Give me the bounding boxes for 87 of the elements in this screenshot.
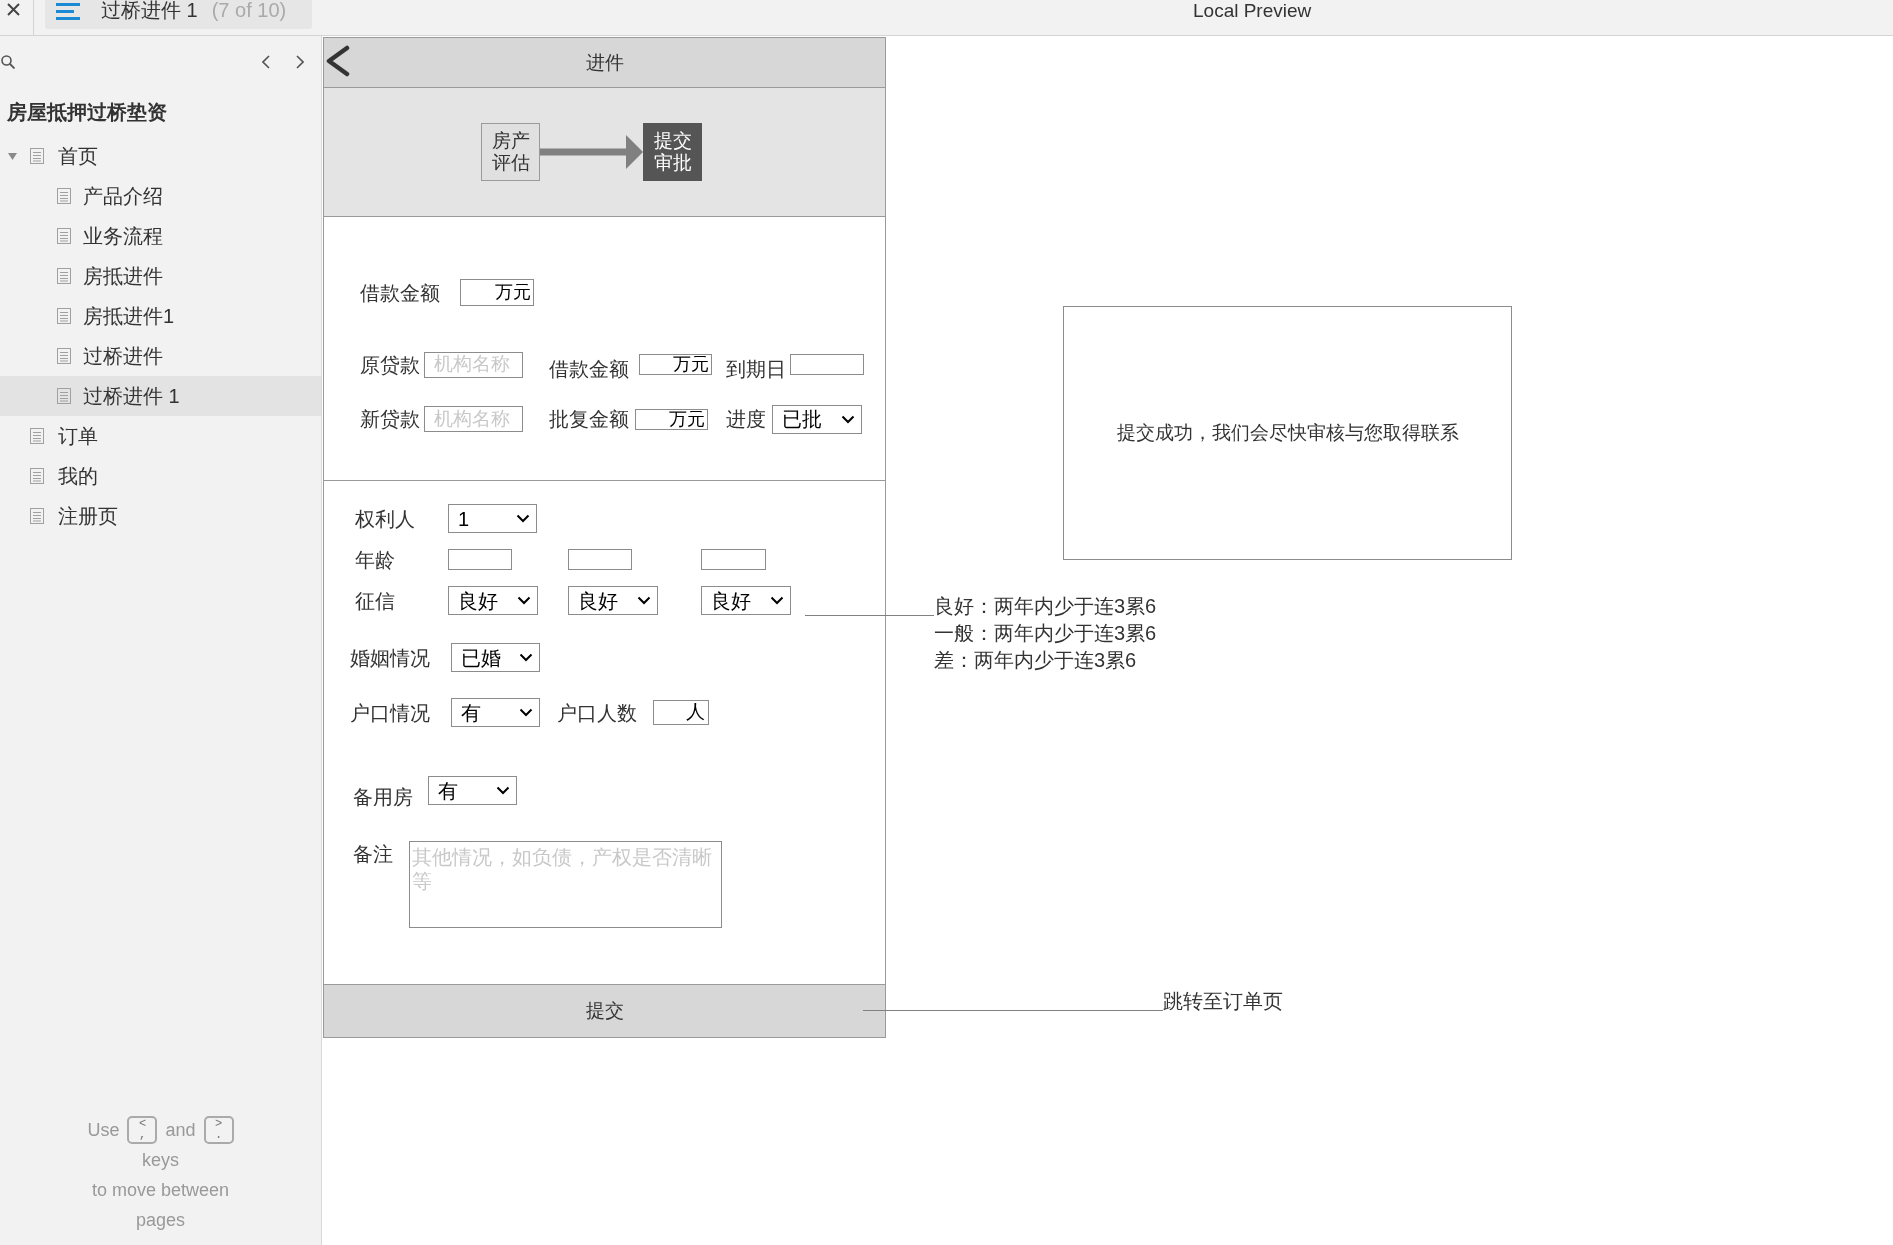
field-label: 到期日 <box>726 356 786 381</box>
hint-text: Use <box>87 1119 120 1142</box>
keyboard-key: < , <box>127 1116 158 1144</box>
field-label: 年龄 <box>355 547 395 572</box>
count-field[interactable]: 人 <box>653 700 709 725</box>
page-icon <box>57 268 71 284</box>
preview-title: Local Preview <box>1193 0 1312 23</box>
step-node: 提交审批 <box>643 123 702 181</box>
age-field[interactable] <box>448 549 512 570</box>
arrow-icon <box>540 135 643 169</box>
dropdown[interactable]: 已批 <box>772 404 862 434</box>
hint-text: and <box>165 1119 196 1142</box>
field-label: 进度 <box>726 407 766 431</box>
age-field[interactable] <box>701 549 766 570</box>
amount-field[interactable]: 万元 <box>639 354 712 375</box>
step-node: 房产评估 <box>481 123 540 181</box>
page-icon <box>57 308 71 324</box>
field-label: 新贷款 <box>360 407 420 431</box>
keyboard-key: > . <box>203 1116 234 1144</box>
hint-text: to move between pages <box>90 1179 231 1232</box>
chevron-down-icon <box>519 708 533 717</box>
field-label: 借款金额 <box>360 280 440 305</box>
project-title: 房屋抵押过桥垫资 <box>7 100 167 124</box>
field-label: 户口情况 <box>350 700 430 725</box>
note-text: 良好：两年内少于连3累6 <box>934 594 1157 619</box>
menu-icon[interactable] <box>56 3 80 20</box>
chevron-left-icon[interactable] <box>262 55 270 69</box>
page-icon <box>30 428 44 444</box>
page-item[interactable]: 房抵进件1 <box>0 296 321 336</box>
page-item[interactable]: 注册页 <box>0 496 321 536</box>
amount-field[interactable]: 万元 <box>635 408 708 430</box>
page-item[interactable]: 产品介绍 <box>0 176 321 216</box>
page-icon <box>30 148 44 164</box>
chevron-down-icon <box>519 653 533 662</box>
field-label: 权利人 <box>355 506 415 531</box>
page-counter: (7 of 10) <box>211 0 287 21</box>
success-message: 提交成功，我们会尽快审核与您取得联系 <box>1116 421 1459 445</box>
page-icon <box>30 468 44 484</box>
field-label: 借款金额 <box>549 356 629 381</box>
header-title: 进件 <box>585 50 624 75</box>
chevron-down-icon <box>496 786 510 795</box>
amount-field[interactable]: 万元 <box>460 279 534 306</box>
field-label: 征信 <box>355 588 395 613</box>
note-text: 差：两年内少于连3累6 <box>934 648 1138 673</box>
page-icon <box>57 388 71 404</box>
page-item[interactable]: 过桥进件 <box>0 336 321 376</box>
page-item[interactable]: 过桥进件 1 <box>0 376 321 416</box>
page-item[interactable]: 房抵进件 <box>0 256 321 296</box>
age-field[interactable] <box>568 549 632 570</box>
submit-button[interactable]: 提交 <box>324 984 885 1037</box>
chevron-down-icon <box>770 596 784 605</box>
chevron-down-icon <box>637 596 651 605</box>
page-item[interactable]: 首页 <box>0 136 321 176</box>
note-text: 跳转至订单页 <box>1163 989 1283 1014</box>
chevron-down-icon <box>517 596 531 605</box>
chevron-right-icon[interactable] <box>296 55 304 69</box>
page-icon <box>57 228 71 244</box>
close-icon[interactable] <box>7 3 20 16</box>
field-label: 批复金额 <box>549 407 629 431</box>
hint-text: keys <box>142 1149 179 1172</box>
note-text: 一般：两年内少于连3累6 <box>934 621 1157 646</box>
page-icon <box>57 188 71 204</box>
chevron-down-icon <box>516 514 530 523</box>
date-field[interactable] <box>790 354 864 375</box>
search-icon[interactable] <box>1 55 15 69</box>
page-tab[interactable]: 过桥进件 1 (7 of 10) <box>45 0 312 29</box>
dropdown[interactable]: 有 <box>428 776 517 805</box>
page-icon <box>57 348 71 364</box>
dropdown[interactable]: 1 <box>448 504 537 533</box>
field-label: 婚姻情况 <box>350 645 430 670</box>
dropdown[interactable]: 有 <box>451 698 540 727</box>
chevron-down-icon <box>841 414 855 424</box>
caret-down-icon[interactable] <box>8 151 17 161</box>
dropdown[interactable]: 良好 <box>448 586 538 615</box>
field-label: 原贷款 <box>360 352 420 377</box>
field-label: 户口人数 <box>557 700 637 725</box>
dropdown[interactable]: 良好 <box>701 586 791 615</box>
field-label: 备用房 <box>353 784 413 809</box>
page-icon <box>30 508 44 524</box>
page-item[interactable]: 我的 <box>0 456 321 496</box>
page-item[interactable]: 订单 <box>0 416 321 456</box>
tab-title: 过桥进件 1 <box>101 0 198 21</box>
page-item[interactable]: 业务流程 <box>0 216 321 256</box>
field-label: 备注 <box>353 842 393 866</box>
dropdown[interactable]: 良好 <box>568 586 658 615</box>
dropdown[interactable]: 已婚 <box>451 643 540 672</box>
back-icon[interactable] <box>324 45 350 77</box>
